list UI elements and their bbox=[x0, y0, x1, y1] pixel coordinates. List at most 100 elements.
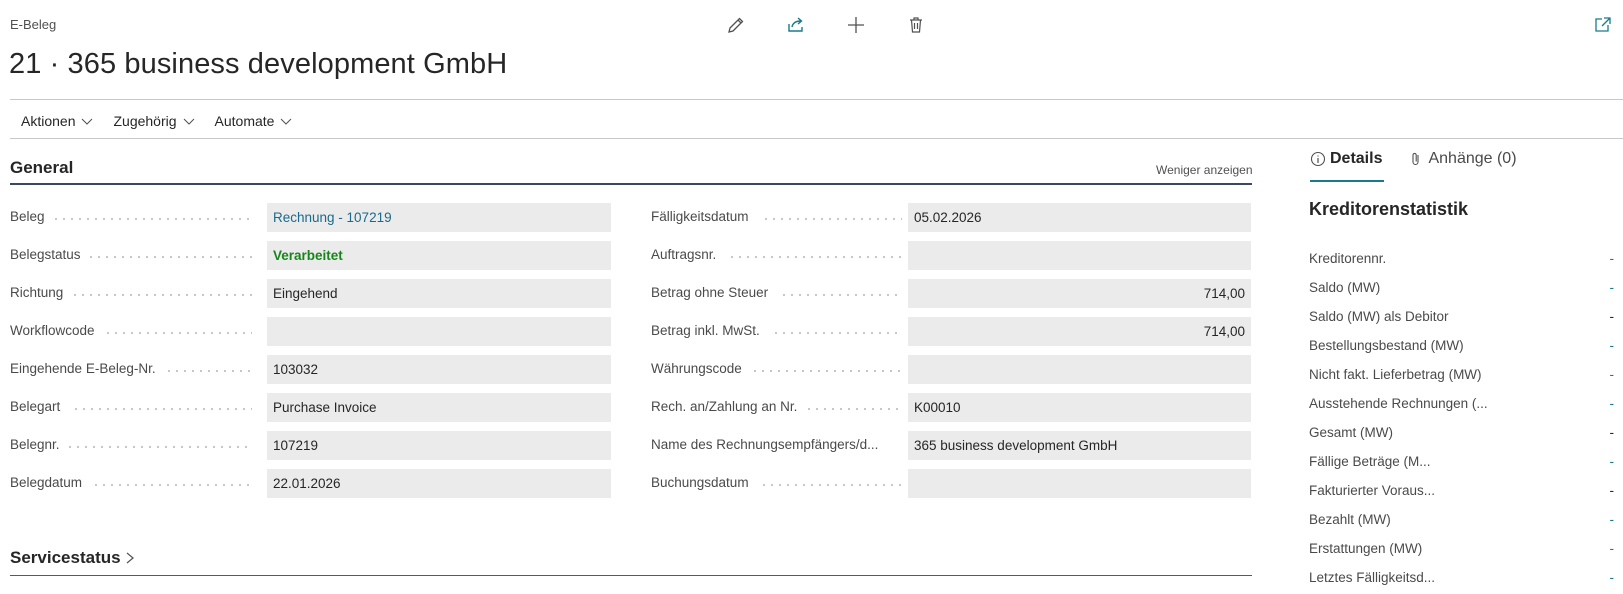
field-label: Beleg bbox=[10, 209, 45, 224]
edit-icon[interactable] bbox=[726, 14, 786, 36]
leader-dots bbox=[751, 370, 902, 372]
field-value-betrag-ohne-steuer[interactable]: 714,00 bbox=[908, 279, 1251, 308]
leader-dots bbox=[760, 484, 902, 486]
chevron-down-icon bbox=[183, 118, 194, 125]
field-value-rech-an-zahlung-an-nr[interactable]: K00010 bbox=[908, 393, 1251, 422]
open-new-window-icon[interactable] bbox=[1593, 15, 1613, 35]
leader-dots bbox=[87, 256, 252, 258]
factbox-row-label: Ausstehende Rechnungen (... bbox=[1309, 395, 1488, 411]
chevron-down-icon bbox=[82, 118, 93, 125]
factbox-row-value[interactable]: - bbox=[1610, 280, 1615, 295]
factbox-row-value: - bbox=[1609, 308, 1615, 324]
action-menu-bar: Aktionen Zugehörig Automate bbox=[21, 110, 312, 132]
tab-details[interactable]: Details bbox=[1310, 150, 1382, 168]
factbox-row: Letztes Fälligkeitsd... - bbox=[1309, 567, 1614, 587]
factbox-row: Fakturierter Voraus... - bbox=[1309, 480, 1614, 500]
leader-dots bbox=[728, 256, 902, 258]
field-value-belegnr[interactable]: 107219 bbox=[267, 431, 611, 460]
factbox-row-value[interactable]: - bbox=[1610, 251, 1615, 266]
field-value-belegart[interactable]: Purchase Invoice bbox=[267, 393, 611, 422]
field-label: Auftragsnr. bbox=[651, 247, 717, 262]
menu-label: Zugehörig bbox=[113, 113, 177, 129]
leader-dots bbox=[772, 332, 902, 334]
field-value-belegdatum[interactable]: 22.01.2026 bbox=[267, 469, 611, 498]
menu-label: Aktionen bbox=[21, 113, 76, 129]
factbox-row: Ausstehende Rechnungen (... - bbox=[1309, 393, 1614, 413]
field-value-workflowcode[interactable] bbox=[267, 317, 611, 346]
active-tab-indicator bbox=[1310, 180, 1384, 182]
leader-dots bbox=[780, 294, 902, 296]
field-label: Betrag ohne Steuer bbox=[651, 285, 769, 300]
leader-dots bbox=[762, 218, 902, 220]
field-label: Name des Rechnungsempfängers/d... bbox=[651, 437, 879, 452]
factbox-row: Nicht fakt. Lieferbetrag (MW) - bbox=[1309, 364, 1614, 384]
field-value-richtung[interactable]: Eingehend bbox=[267, 279, 611, 308]
header-divider bbox=[10, 99, 1623, 100]
factbox-row: Kreditorennr. - bbox=[1309, 248, 1614, 268]
field-value-name-rechnungsempfaenger[interactable]: 365 business development GmbH bbox=[908, 431, 1251, 460]
field-value-faelligkeitsdatum[interactable]: 05.02.2026 bbox=[908, 203, 1251, 232]
field-value-belegstatus[interactable]: Verarbeitet bbox=[267, 241, 611, 270]
factbox-row-value[interactable]: - bbox=[1610, 454, 1615, 469]
share-icon[interactable] bbox=[786, 14, 846, 36]
field-value-betrag-inkl-mwst[interactable]: 714,00 bbox=[908, 317, 1251, 346]
factbox-row-label: Saldo (MW) als Debitor bbox=[1309, 308, 1449, 324]
field-label: Betrag inkl. MwSt. bbox=[651, 323, 760, 338]
menu-label: Automate bbox=[214, 113, 275, 129]
factbox-row: Bezahlt (MW) - bbox=[1309, 509, 1614, 529]
factbox-row: Saldo (MW) - bbox=[1309, 277, 1614, 297]
breadcrumb: E-Beleg bbox=[10, 17, 57, 32]
factbox-row-label: Fällige Beträge (M... bbox=[1309, 453, 1431, 469]
section-rule bbox=[10, 575, 1252, 576]
factbox-row-value: - bbox=[1609, 424, 1615, 440]
section-title-servicestatus[interactable]: Servicestatus bbox=[10, 548, 136, 568]
field-label: Belegnr. bbox=[10, 437, 60, 452]
field-label: Währungscode bbox=[651, 361, 742, 376]
menu-automate[interactable]: Automate bbox=[215, 110, 293, 132]
tab-label: Anhänge (0) bbox=[1428, 150, 1517, 167]
field-value-eingehende-e-beleg-nr[interactable]: 103032 bbox=[267, 355, 611, 384]
factbox-row-value[interactable]: - bbox=[1610, 367, 1615, 382]
tab-label: Details bbox=[1330, 150, 1383, 167]
factbox-row-label: Nicht fakt. Lieferbetrag (MW) bbox=[1309, 366, 1482, 382]
factbox-tabs: Details Anhänge (0) bbox=[1310, 150, 1517, 168]
factbox-row-value[interactable]: - bbox=[1610, 396, 1615, 411]
factbox-row: Bestellungsbestand (MW) - bbox=[1309, 335, 1614, 355]
section-rule bbox=[10, 183, 1252, 185]
show-less-link[interactable]: Weniger anzeigen bbox=[1156, 163, 1253, 177]
delete-icon[interactable] bbox=[906, 14, 966, 36]
field-label: Workflowcode bbox=[10, 323, 95, 338]
paperclip-icon bbox=[1412, 152, 1420, 166]
factbox-row-value[interactable]: - bbox=[1610, 541, 1615, 556]
field-label: Fälligkeitsdatum bbox=[651, 209, 749, 224]
field-value-waehrungscode[interactable] bbox=[908, 355, 1251, 384]
factbox-row-label: Gesamt (MW) bbox=[1309, 424, 1393, 440]
factbox-title: Kreditorenstatistik bbox=[1309, 199, 1469, 219]
factbox-row-label: Letztes Fälligkeitsd... bbox=[1309, 569, 1436, 585]
field-label: Belegstatus bbox=[10, 247, 81, 262]
factbox-row-label: Saldo (MW) bbox=[1309, 279, 1381, 295]
new-icon[interactable] bbox=[846, 14, 906, 36]
field-value-auftragsnr[interactable] bbox=[908, 241, 1251, 270]
factbox-row: Erstattungen (MW) - bbox=[1309, 538, 1614, 558]
leader-dots bbox=[165, 370, 252, 372]
chevron-down-icon bbox=[281, 118, 292, 125]
field-value-buchungsdatum[interactable] bbox=[908, 469, 1251, 498]
field-label: Eingehende E-Beleg-Nr. bbox=[10, 361, 156, 376]
factbox-row-value: - bbox=[1609, 482, 1615, 498]
field-value-beleg[interactable]: Rechnung - 107219 bbox=[267, 203, 611, 232]
factbox-row-value[interactable]: - bbox=[1610, 512, 1615, 527]
factbox-row-label: Kreditorennr. bbox=[1309, 250, 1387, 266]
menu-zugehoerig[interactable]: Zugehörig bbox=[113, 110, 194, 132]
leader-dots bbox=[72, 408, 252, 410]
tab-anhaenge[interactable]: Anhänge (0) bbox=[1408, 150, 1517, 168]
leader-dots bbox=[92, 484, 252, 486]
factbox-row: Saldo (MW) als Debitor - bbox=[1309, 306, 1614, 326]
field-label: Richtung bbox=[10, 285, 64, 300]
factbox-row-value[interactable]: - bbox=[1610, 570, 1615, 585]
section-title-general[interactable]: General bbox=[10, 158, 73, 178]
factbox-row-value[interactable]: - bbox=[1610, 338, 1615, 353]
menu-aktionen[interactable]: Aktionen bbox=[21, 110, 93, 132]
menu-divider bbox=[10, 138, 1623, 139]
leader-dots bbox=[805, 408, 902, 410]
